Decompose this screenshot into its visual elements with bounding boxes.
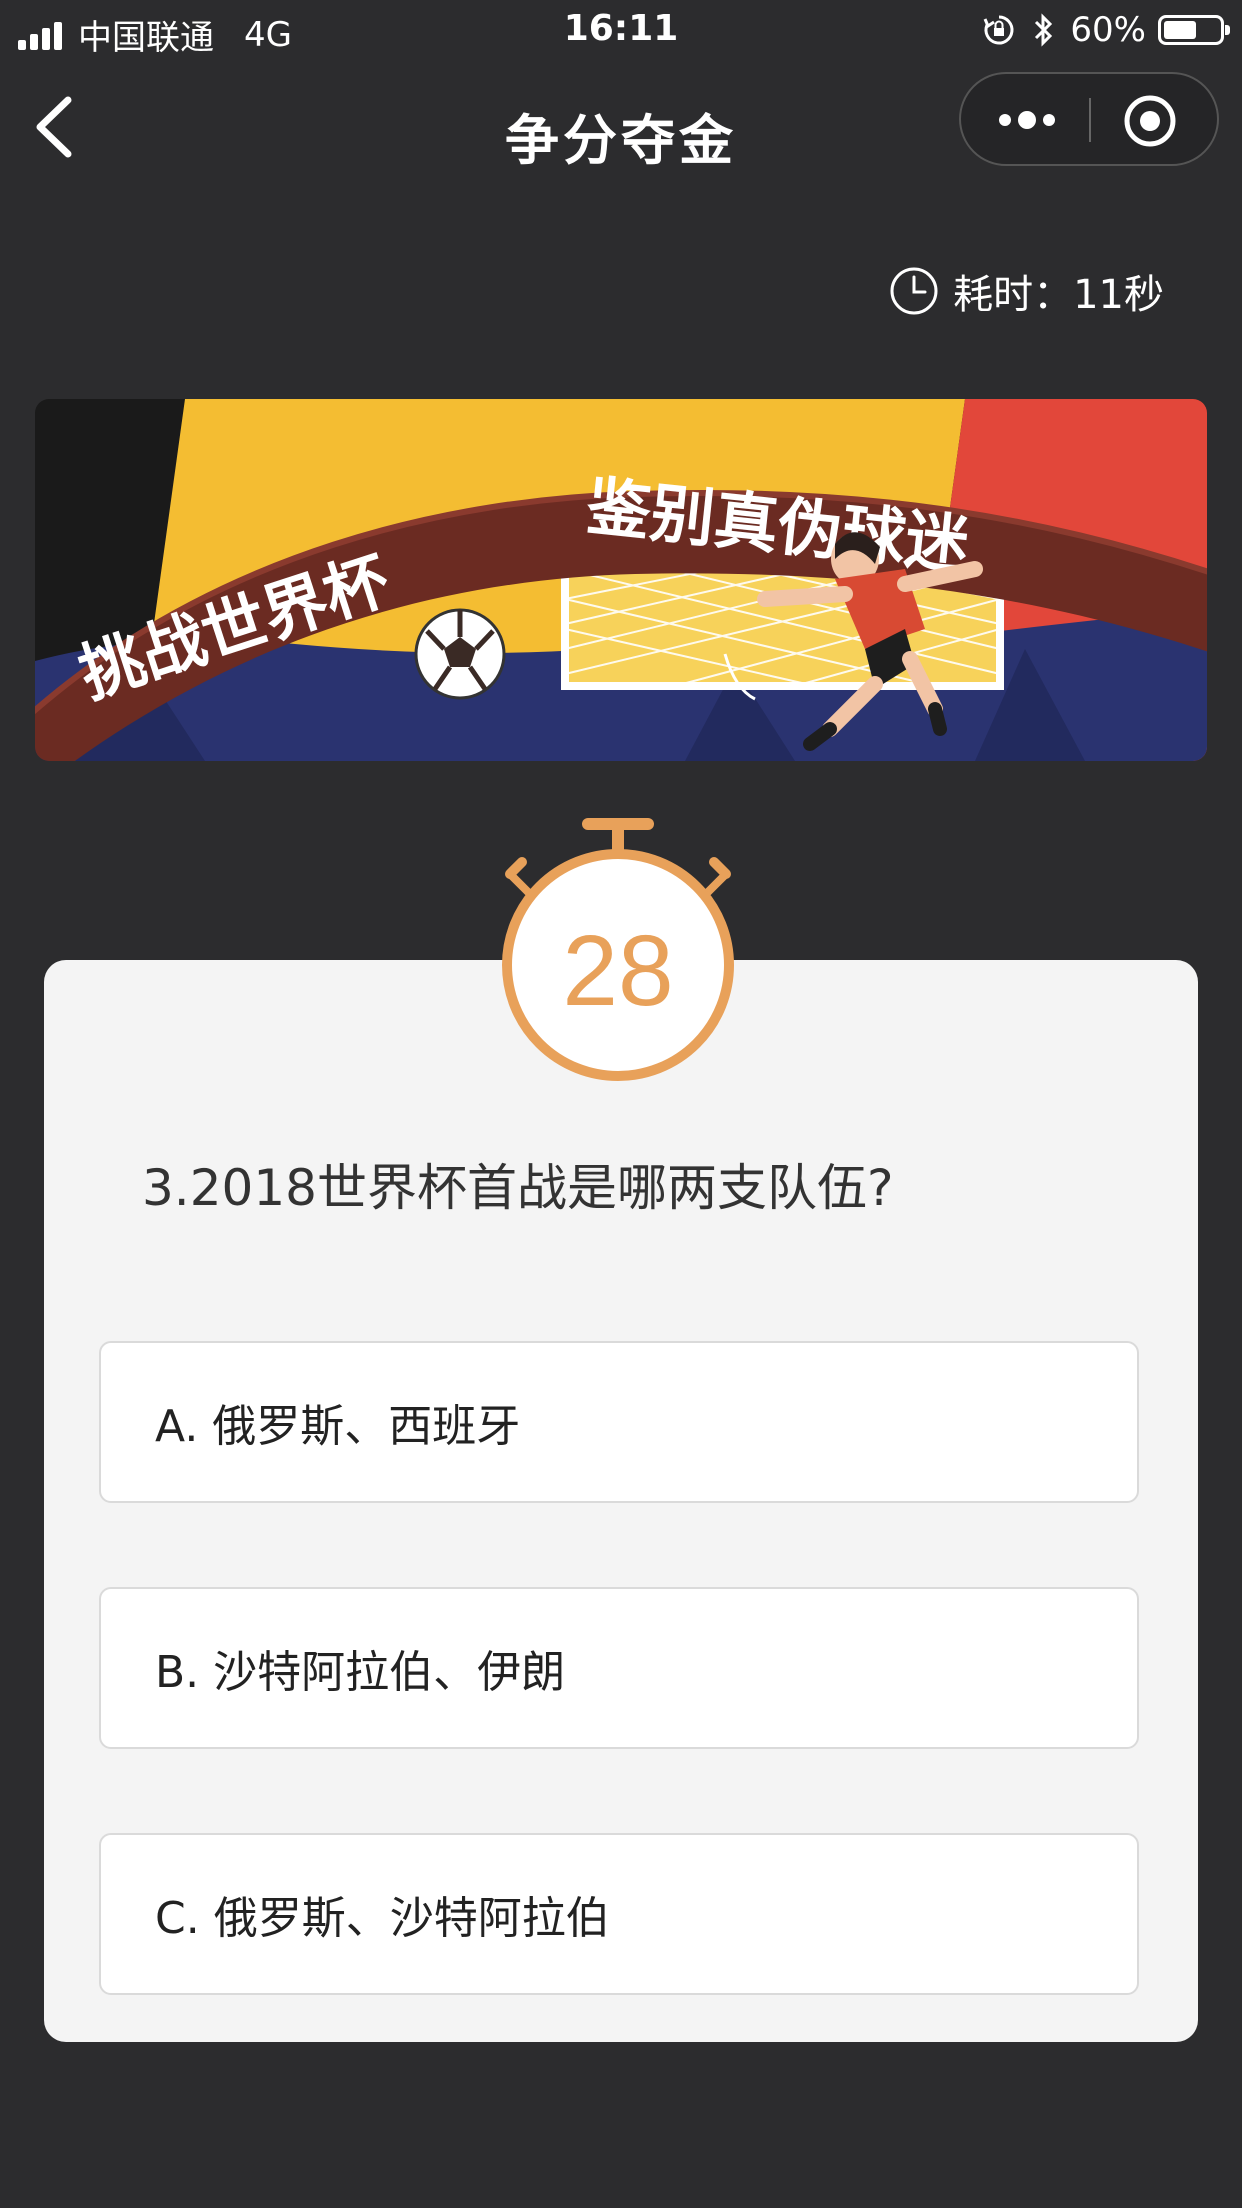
countdown-timer: 28 <box>498 814 738 1084</box>
elapsed-value: 11秒 <box>1073 272 1164 318</box>
status-bar: 中国联通 4G 16:11 60% <box>0 0 1242 62</box>
bluetooth-icon <box>1035 13 1053 47</box>
countdown-value: 28 <box>562 915 674 1027</box>
answer-option-a[interactable]: A. 俄罗斯、西班牙 <box>99 1341 1139 1503</box>
target-close-icon[interactable] <box>1121 92 1179 150</box>
battery-percent: 60% <box>1070 10 1146 50</box>
elapsed-label: 耗时： <box>953 272 1074 318</box>
answer-option-b[interactable]: B. 沙特阿拉伯、伊朗 <box>99 1587 1139 1749</box>
clock-icon <box>890 267 938 315</box>
more-dots-icon[interactable] <box>995 100 1059 140</box>
question-text: 3.2018世界杯首战是哪两支队伍? <box>142 1159 894 1217</box>
status-right: 60% <box>982 10 1230 50</box>
nav-bar: 争分夺金 <box>0 62 1242 192</box>
capsule-divider <box>1089 98 1091 142</box>
mini-program-capsule <box>959 72 1219 166</box>
elapsed-time: 耗时： 11秒 <box>889 262 1164 320</box>
battery-icon <box>1158 15 1230 45</box>
rotation-lock-icon <box>984 15 1014 45</box>
quiz-page: 中国联通 4G 16:11 60% 争分夺金 耗时： 11秒 挑战世界杯 鉴别真… <box>0 0 1242 2208</box>
answer-option-c[interactable]: C. 俄罗斯、沙特阿拉伯 <box>99 1833 1139 1995</box>
banner-illustration: 挑战世界杯 鉴别真伪球迷 <box>35 399 1207 761</box>
world-cup-banner: 挑战世界杯 鉴别真伪球迷 <box>35 399 1207 761</box>
soccer-ball-icon <box>414 608 506 700</box>
